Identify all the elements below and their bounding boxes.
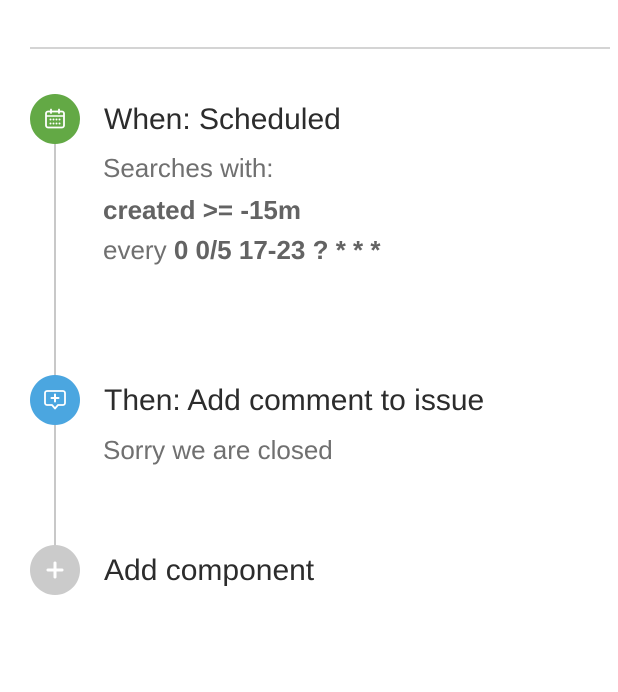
automation-rule-panel: When: Scheduled Searches with: created >… [0, 0, 618, 692]
timeline-connector [54, 143, 56, 377]
add-component-button[interactable] [30, 545, 80, 595]
action-title[interactable]: Then: Add comment to issue [104, 383, 484, 419]
comment-add-icon [42, 387, 68, 413]
plus-icon [45, 560, 65, 580]
cron-expression: 0 0/5 17-23 ? * * * [173, 235, 381, 265]
timeline-connector [54, 425, 56, 547]
schedule-line: every 0 0/5 17-23 ? * * * [103, 234, 381, 266]
action-step-icon[interactable] [30, 375, 80, 425]
trigger-title[interactable]: When: Scheduled [104, 102, 341, 138]
searches-label: Searches with: [103, 153, 274, 183]
top-divider [30, 47, 610, 49]
add-component-label[interactable]: Add component [104, 553, 314, 589]
trigger-step-icon[interactable] [30, 94, 80, 144]
calendar-icon [43, 107, 67, 131]
jql-query: created >= -15m [103, 194, 301, 226]
comment-text: Sorry we are closed [103, 435, 333, 465]
jql-query-text: created >= -15m [103, 195, 302, 225]
every-label: every [103, 235, 167, 265]
